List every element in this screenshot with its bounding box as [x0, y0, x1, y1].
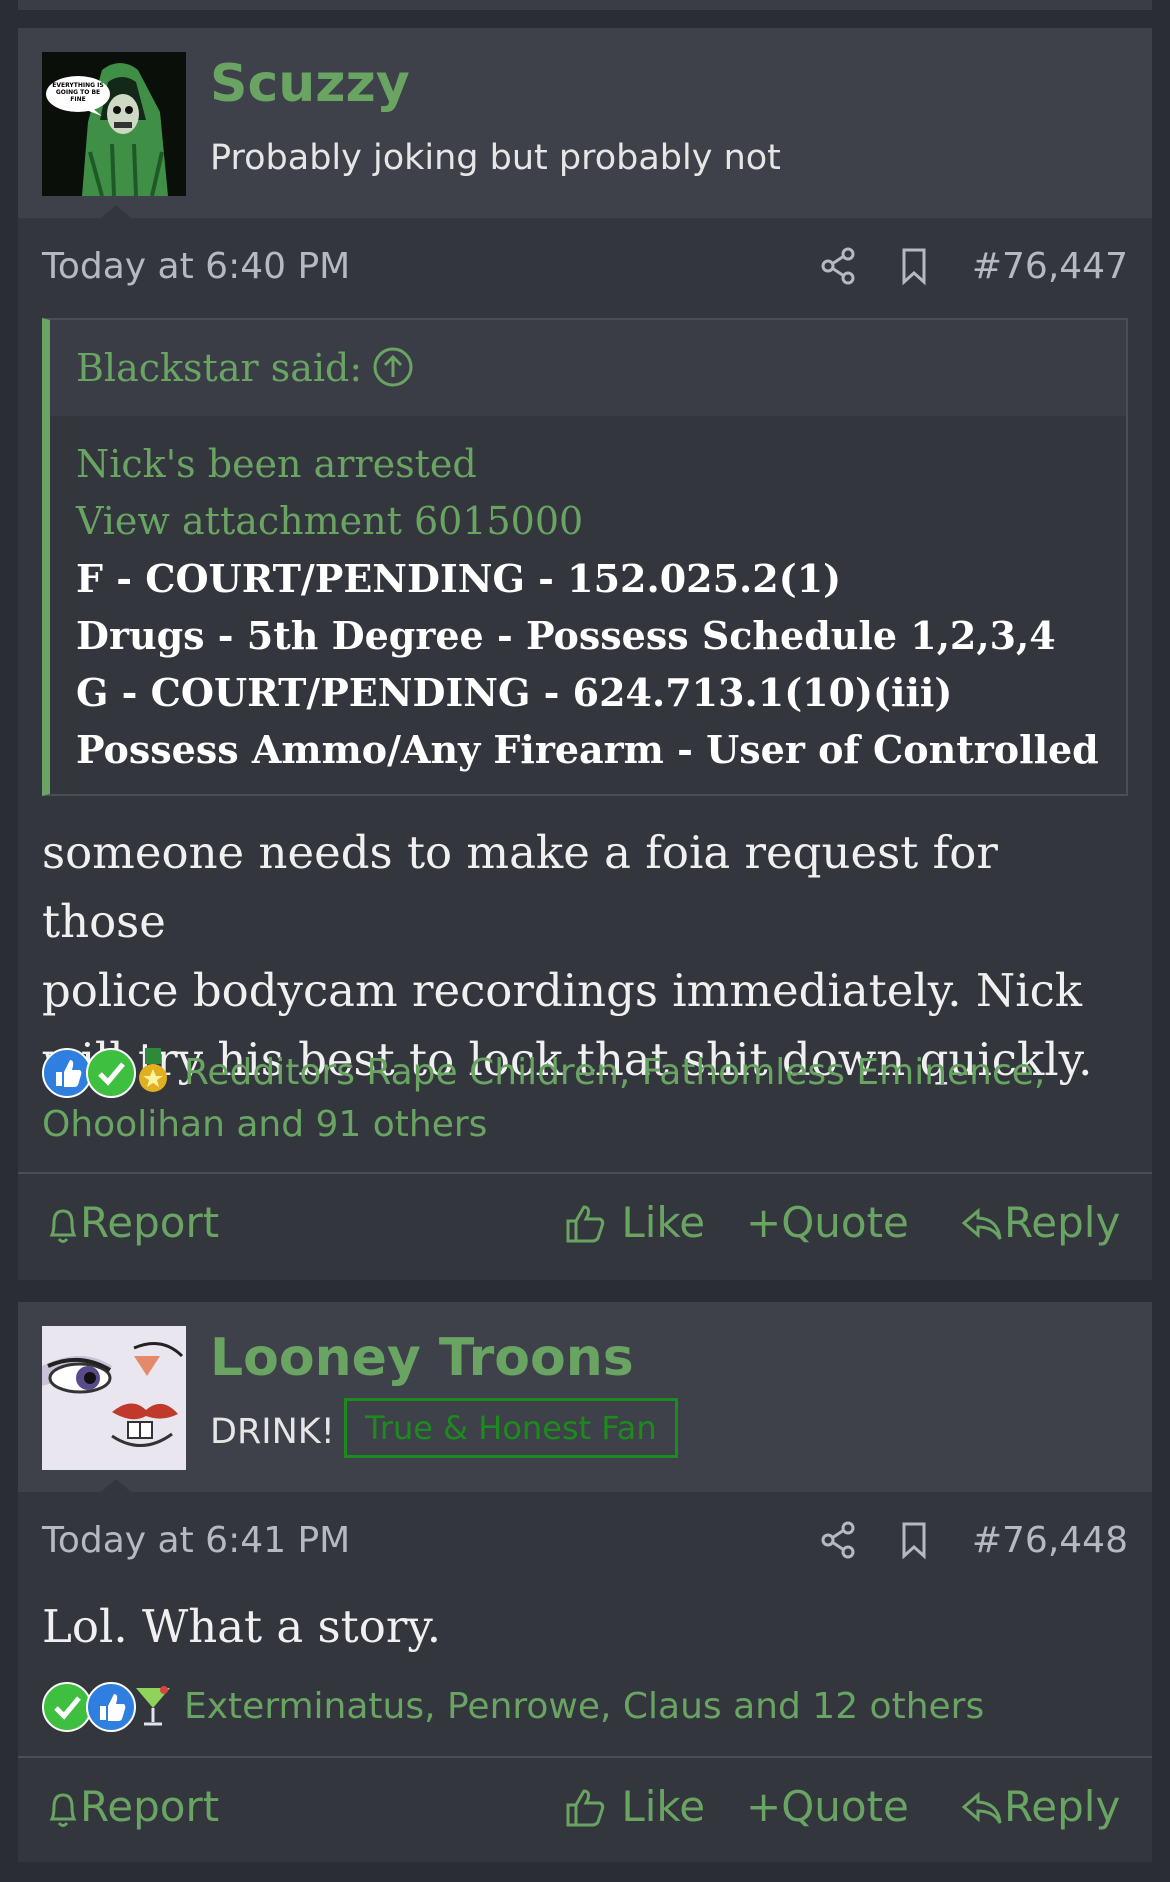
post-header: EVERYTHING IS GOING TO BE FINE Scuzzy Pr… [18, 28, 1152, 219]
divider [18, 1172, 1152, 1174]
bookmark-icon[interactable] [894, 246, 934, 286]
user-banner-badge: True & Honest Fan [344, 1398, 678, 1458]
reply-icon [961, 1791, 1002, 1824]
quote-label: Quote [781, 1782, 909, 1831]
medal-icon [130, 1048, 176, 1094]
user-title: DRINK! [210, 1412, 335, 1452]
reaction-names[interactable]: Exterminatus, Penrowe, Claus and 12 othe… [184, 1686, 984, 1727]
quote-line: F - COURT/PENDING - 152.025.2(1) [76, 556, 842, 601]
reactions-bar[interactable]: Exterminatus, Penrowe, Claus and 12 othe… [42, 1680, 1132, 1733]
quote-block: Blackstar said: Nick's been arrested Vie… [42, 318, 1128, 796]
avatar[interactable] [42, 1326, 186, 1470]
like-button[interactable]: Like [564, 1198, 705, 1247]
post-body-line: Lol. What a story. [42, 1600, 442, 1653]
post-header: Looney Troons DRINK! True & Honest Fan [18, 1302, 1152, 1493]
plus-icon: + [746, 1782, 782, 1831]
post-meta: Today at 6:40 PM #76,447 [42, 236, 1128, 296]
post-timestamp[interactable]: Today at 6:40 PM [42, 246, 350, 287]
share-icon[interactable] [818, 246, 858, 286]
thumbs-up-icon [566, 1789, 605, 1827]
header-notch [100, 1479, 132, 1493]
reply-label: Reply [1004, 1198, 1121, 1247]
avatar[interactable]: EVERYTHING IS GOING TO BE FINE [42, 52, 186, 196]
attachment-link[interactable]: View attachment 6015000 [76, 493, 1100, 550]
quote-author[interactable]: Blackstar said: [76, 346, 362, 390]
username[interactable]: Scuzzy [210, 54, 410, 114]
plus-icon: + [746, 1198, 782, 1247]
report-button[interactable]: Report [46, 1782, 219, 1831]
reply-button[interactable]: Reply [960, 1782, 1120, 1831]
post-timestamp[interactable]: Today at 6:41 PM [42, 1520, 350, 1561]
post: Looney Troons DRINK! True & Honest Fan T… [18, 1302, 1152, 1862]
quote-content: Nick's been arrested View attachment 601… [50, 416, 1126, 794]
check-icon [42, 1682, 92, 1732]
reply-icon [961, 1207, 1002, 1240]
quote-button[interactable]: +Quote [746, 1782, 909, 1831]
like-label: Like [621, 1198, 706, 1247]
previous-post-edge [18, 0, 1152, 10]
post: EVERYTHING IS GOING TO BE FINE Scuzzy Pr… [18, 28, 1152, 1280]
reply-button[interactable]: Reply [960, 1198, 1120, 1247]
reactions-bar[interactable]: Redditors Rape Children, Fathomless Emin… [42, 1046, 1132, 1151]
like-button[interactable]: Like [564, 1782, 705, 1831]
quote-line: Possess Ammo/Any Firearm - User of Contr… [76, 727, 1099, 772]
reply-label: Reply [1004, 1782, 1121, 1831]
user-title: Probably joking but probably not [210, 138, 781, 178]
check-icon [86, 1048, 136, 1098]
jump-to-quote-icon[interactable] [372, 346, 414, 388]
avatar-caption: EVERYTHING IS GOING TO BE FINE [52, 82, 104, 103]
header-notch [100, 205, 132, 219]
post-body-line: police bodycam recordings immediately. N… [42, 964, 1083, 1017]
share-icon[interactable] [818, 1520, 858, 1560]
quote-line: G - COURT/PENDING - 624.713.1(10)(iii) [76, 670, 953, 715]
thumbs-up-icon [566, 1205, 605, 1243]
post-actions: Report Like +Quote Reply [18, 1180, 1152, 1266]
report-label: Report [80, 1782, 220, 1831]
report-label: Report [80, 1198, 220, 1247]
like-icon [42, 1048, 92, 1098]
cocktail-icon [130, 1682, 176, 1728]
bell-icon [49, 1793, 77, 1827]
username[interactable]: Looney Troons [210, 1328, 634, 1388]
reaction-icons [42, 1680, 182, 1732]
post-body: Lol. What a story. [42, 1592, 1132, 1661]
reaction-icons [42, 1046, 182, 1098]
reaction-names[interactable]: Redditors Rape Children, Fathomless Emin… [184, 1052, 1045, 1093]
report-button[interactable]: Report [46, 1198, 219, 1247]
post-number[interactable]: #76,448 [972, 1520, 1128, 1561]
reaction-names-more[interactable]: Ohoolihan and 91 others [42, 1104, 487, 1145]
like-label: Like [621, 1782, 706, 1831]
like-icon [86, 1682, 136, 1732]
quote-header: Blackstar said: [50, 320, 1126, 416]
bell-icon [49, 1209, 77, 1243]
post-actions: Report Like +Quote Reply [18, 1764, 1152, 1850]
divider [18, 1756, 1152, 1758]
quote-line: Drugs - 5th Degree - Possess Schedule 1,… [76, 613, 1056, 658]
bookmark-icon[interactable] [894, 1520, 934, 1560]
quote-label: Quote [781, 1198, 909, 1247]
post-number[interactable]: #76,447 [972, 246, 1128, 287]
post-body-line: someone needs to make a foia request for… [42, 826, 998, 948]
quote-button[interactable]: +Quote [746, 1198, 909, 1247]
quote-line: Nick's been arrested [76, 442, 477, 486]
post-meta: Today at 6:41 PM #76,448 [42, 1510, 1128, 1570]
